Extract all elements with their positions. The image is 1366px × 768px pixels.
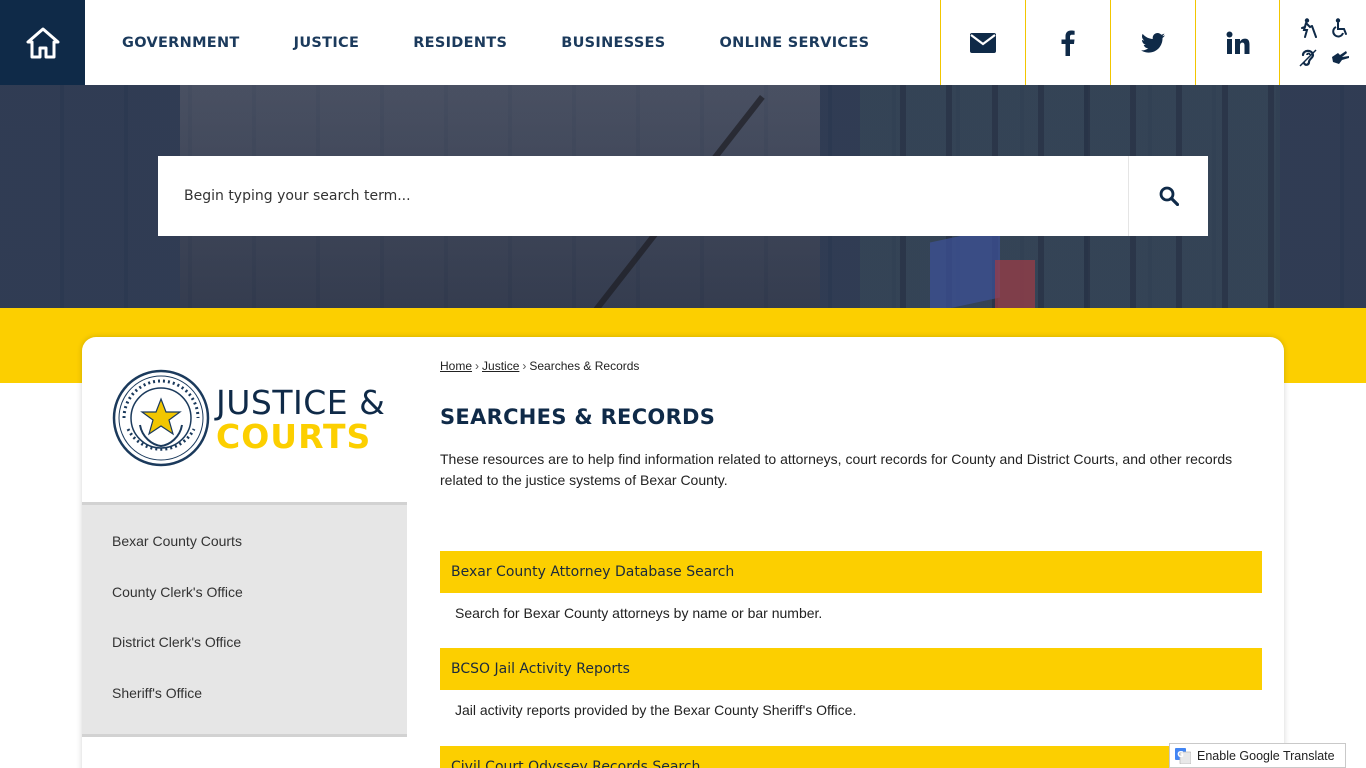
content-card: JUSTICE & COURTS Bexar County Courts Cou… — [82, 337, 1284, 768]
svg-text:G: G — [1177, 750, 1184, 759]
home-button[interactable] — [0, 0, 85, 85]
resource-link-attorney-database[interactable]: Bexar County Attorney Database Search — [440, 551, 1262, 593]
breadcrumb-current: Searches & Records — [529, 359, 640, 373]
main-content: Home › Justice › Searches & Records SEARCHES… — [440, 337, 1262, 768]
site-header: GOVERNMENT JUSTICE RESIDENTS BUSINESSES … — [0, 0, 1366, 85]
google-translate-button[interactable]: G Enable Google Translate — [1169, 743, 1346, 768]
county-seal-icon — [112, 369, 210, 467]
nav-businesses[interactable]: BUSINESSES — [534, 35, 692, 51]
email-button[interactable] — [940, 0, 1025, 85]
sidebar: JUSTICE & COURTS Bexar County Courts Cou… — [82, 337, 407, 768]
home-icon — [26, 27, 59, 58]
search-box — [158, 156, 1128, 236]
hero-flag-graphic — [930, 227, 1000, 308]
twitter-button[interactable] — [1110, 0, 1195, 85]
social-links — [940, 0, 1280, 85]
breadcrumb-home-link[interactable]: Home — [440, 359, 472, 373]
nav-justice[interactable]: JUSTICE — [267, 35, 387, 51]
search-icon — [1159, 186, 1179, 206]
accessibility-icons — [1282, 0, 1366, 85]
twitter-icon — [1141, 32, 1165, 53]
page-title: SEARCHES & RECORDS — [440, 405, 716, 429]
linkedin-button[interactable] — [1195, 0, 1280, 85]
hero-flag-stripe-graphic — [995, 260, 1035, 308]
department-logo[interactable]: JUSTICE & COURTS — [82, 337, 407, 502]
sign-language-icon[interactable] — [1324, 43, 1356, 72]
nav-residents[interactable]: RESIDENTS — [386, 35, 534, 51]
sidebar-menu: Bexar County Courts County Clerk's Offic… — [82, 502, 407, 737]
breadcrumb: Home › Justice › Searches & Records — [440, 359, 639, 373]
sidebar-item-bexar-county-courts[interactable]: Bexar County Courts — [82, 529, 407, 580]
page-intro: These resources are to help find informa… — [440, 451, 1233, 488]
resource-description: Search for Bexar County attorneys by nam… — [455, 605, 823, 621]
sidebar-item-county-clerks-office[interactable]: County Clerk's Office — [82, 580, 407, 631]
email-icon — [970, 32, 996, 53]
breadcrumb-justice-link[interactable]: Justice — [482, 359, 519, 373]
resource-link-jail-activity-reports[interactable]: BCSO Jail Activity Reports — [440, 648, 1262, 690]
linkedin-icon — [1226, 31, 1249, 54]
breadcrumb-separator: › — [522, 359, 527, 373]
hero-banner — [0, 85, 1366, 308]
breadcrumb-separator: › — [475, 359, 480, 373]
resource-item: BCSO Jail Activity Reports Jail activity… — [440, 648, 1262, 720]
hearing-icon[interactable] — [1292, 43, 1324, 72]
resource-description: Jail activity reports provided by the Be… — [455, 702, 857, 718]
nav-government[interactable]: GOVERNMENT — [95, 35, 267, 51]
wheelchair-icon[interactable] — [1324, 14, 1356, 43]
search-button[interactable] — [1128, 156, 1208, 236]
blind-walk-icon[interactable] — [1292, 14, 1324, 43]
facebook-button[interactable] — [1025, 0, 1110, 85]
sidebar-item-district-clerks-office[interactable]: District Clerk's Office — [82, 630, 407, 681]
google-translate-icon: G — [1175, 747, 1191, 764]
google-translate-label: Enable Google Translate — [1197, 748, 1335, 763]
logo-title-line2: COURTS — [216, 417, 372, 456]
resource-link-civil-court-odyssey[interactable]: Civil Court Odyssey Records Search — [440, 746, 1262, 768]
resource-item: Bexar County Attorney Database Search Se… — [440, 551, 1262, 623]
sidebar-item-sheriffs-office[interactable]: Sheriff's Office — [82, 681, 407, 732]
nav-online-services[interactable]: ONLINE SERVICES — [693, 35, 897, 51]
resource-item: Civil Court Odyssey Records Search — [440, 746, 1262, 768]
facebook-icon — [1061, 30, 1075, 56]
search-input[interactable] — [184, 188, 1128, 204]
main-nav: GOVERNMENT JUSTICE RESIDENTS BUSINESSES … — [95, 0, 896, 85]
